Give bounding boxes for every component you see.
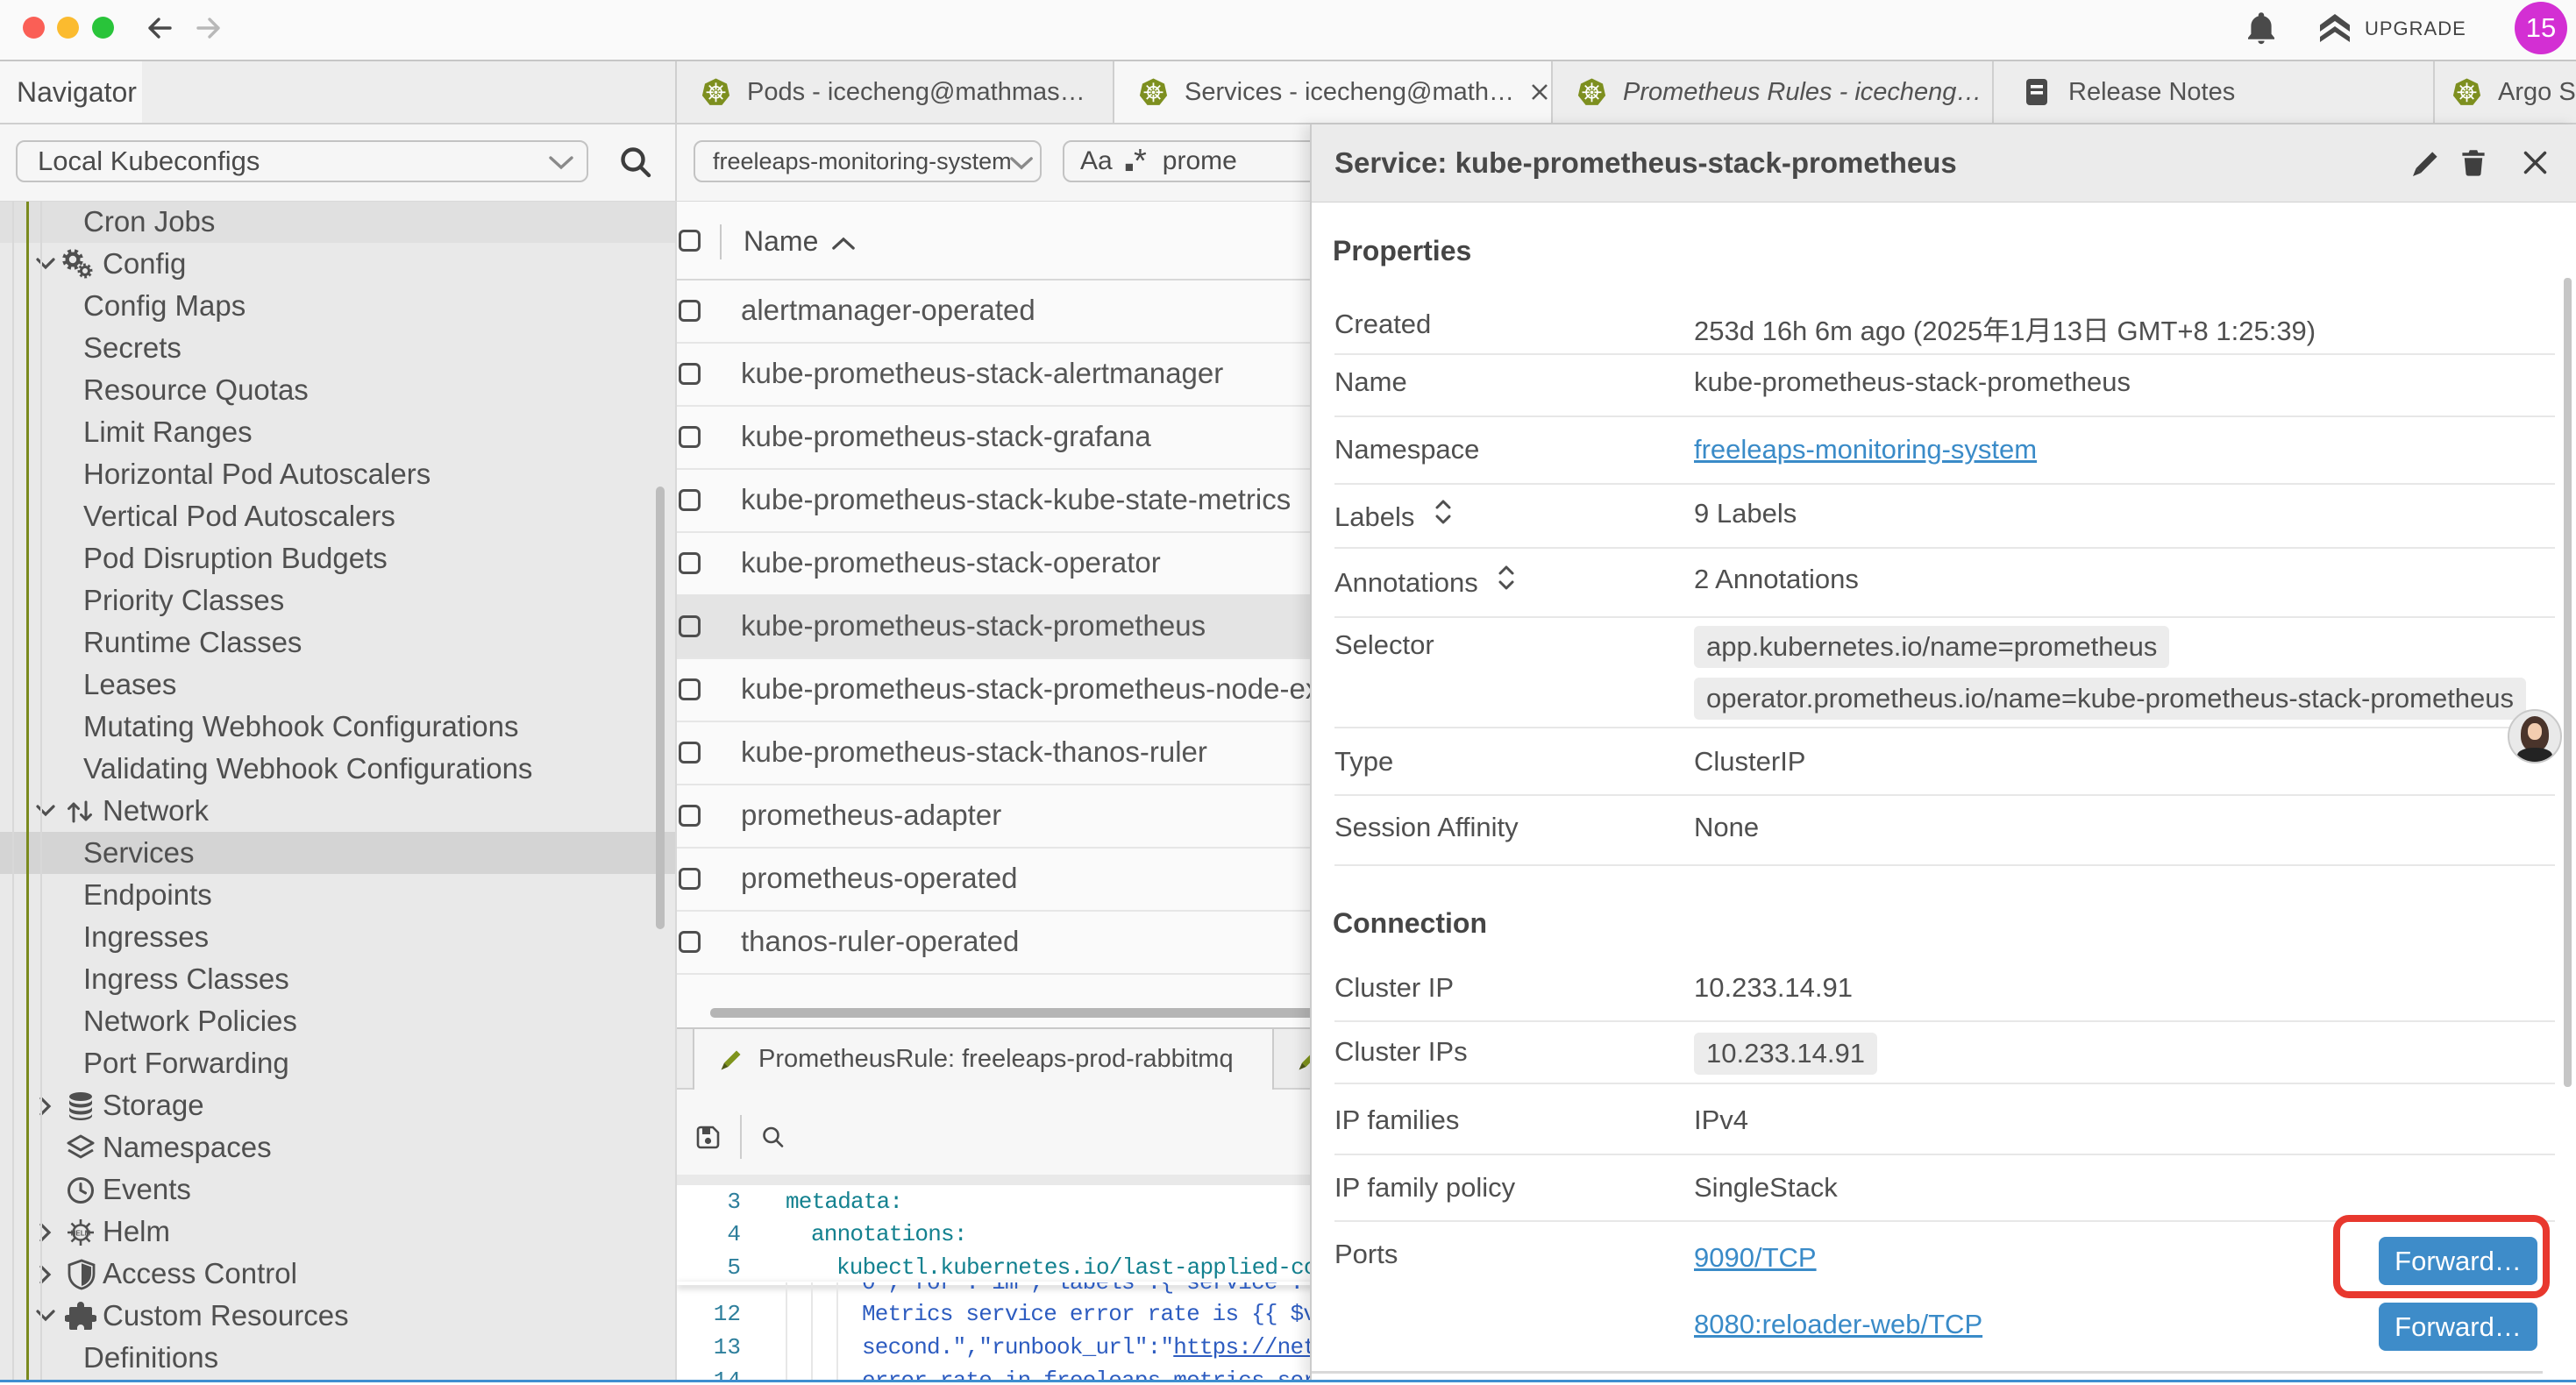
svg-text:HELM: HELM	[71, 1230, 91, 1238]
